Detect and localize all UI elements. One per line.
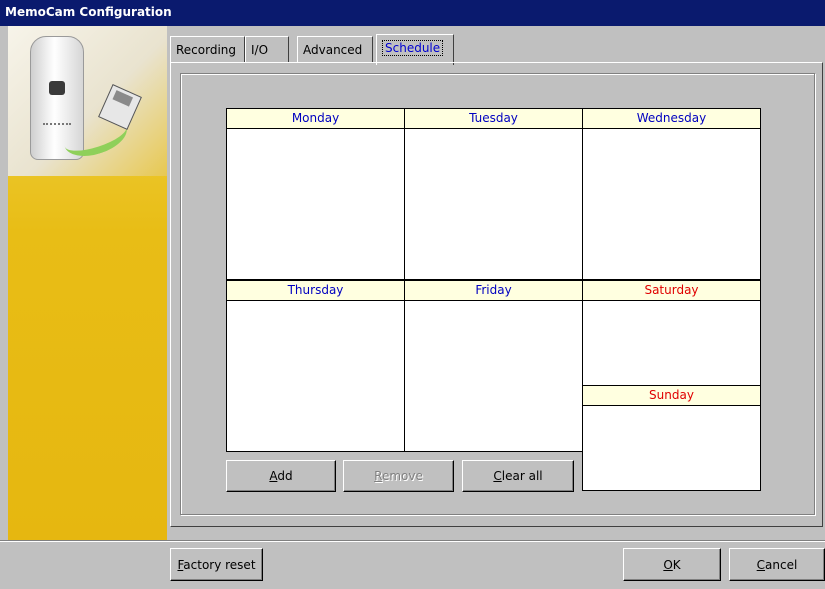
tab-label: I/O [251, 43, 269, 57]
tab-io[interactable]: I/O [245, 36, 289, 63]
add-button[interactable]: Add [226, 460, 336, 492]
day-wednesday[interactable]: Wednesday [582, 108, 761, 280]
product-image [8, 26, 167, 176]
tab-label: Schedule [382, 40, 444, 56]
button-label: dd [277, 469, 293, 483]
factory-reset-button[interactable]: Factory reset [170, 548, 263, 581]
day-friday[interactable]: Friday [404, 280, 583, 452]
tab-recording[interactable]: Recording [170, 36, 245, 63]
button-label: actory reset [183, 557, 256, 572]
day-header: Sunday [583, 386, 760, 406]
tab-label: Recording [176, 43, 237, 57]
day-tuesday[interactable]: Tuesday [404, 108, 583, 280]
mnemonic: C [493, 469, 502, 483]
remove-button[interactable]: Remove [343, 460, 454, 492]
day-header: Friday [405, 281, 582, 301]
mnemonic: C [756, 557, 766, 572]
tab-schedule[interactable]: Schedule [376, 34, 454, 65]
window-title: MemoCam Configuration [5, 5, 172, 19]
ok-button[interactable]: OK [623, 548, 721, 581]
day-monday[interactable]: Monday [226, 108, 405, 280]
day-header: Wednesday [583, 109, 760, 129]
title-bar[interactable]: MemoCam Configuration [0, 0, 825, 26]
day-header: Saturday [583, 281, 760, 301]
config-window: MemoCam Configuration Recording I/O Adva… [0, 0, 825, 589]
day-thursday[interactable]: Thursday [226, 280, 405, 452]
tab-label: Advanced [303, 43, 363, 57]
tab-advanced[interactable]: Advanced [297, 36, 373, 63]
day-sunday[interactable]: Sunday [582, 385, 761, 491]
mnemonic: O [663, 557, 673, 572]
button-label: lear all [501, 469, 543, 483]
mnemonic: R [374, 469, 382, 483]
button-label: K [672, 557, 681, 572]
day-header: Thursday [227, 281, 404, 301]
day-saturday[interactable]: Saturday [582, 280, 761, 386]
day-header: Monday [227, 109, 404, 129]
clear-all-button[interactable]: Clear all [462, 460, 574, 492]
button-label: emove [381, 469, 423, 483]
cancel-button[interactable]: Cancel [729, 548, 825, 581]
day-header: Tuesday [405, 109, 582, 129]
sidebar-banner [8, 26, 167, 540]
button-label: ancel [765, 557, 798, 572]
footer-divider [0, 540, 825, 542]
